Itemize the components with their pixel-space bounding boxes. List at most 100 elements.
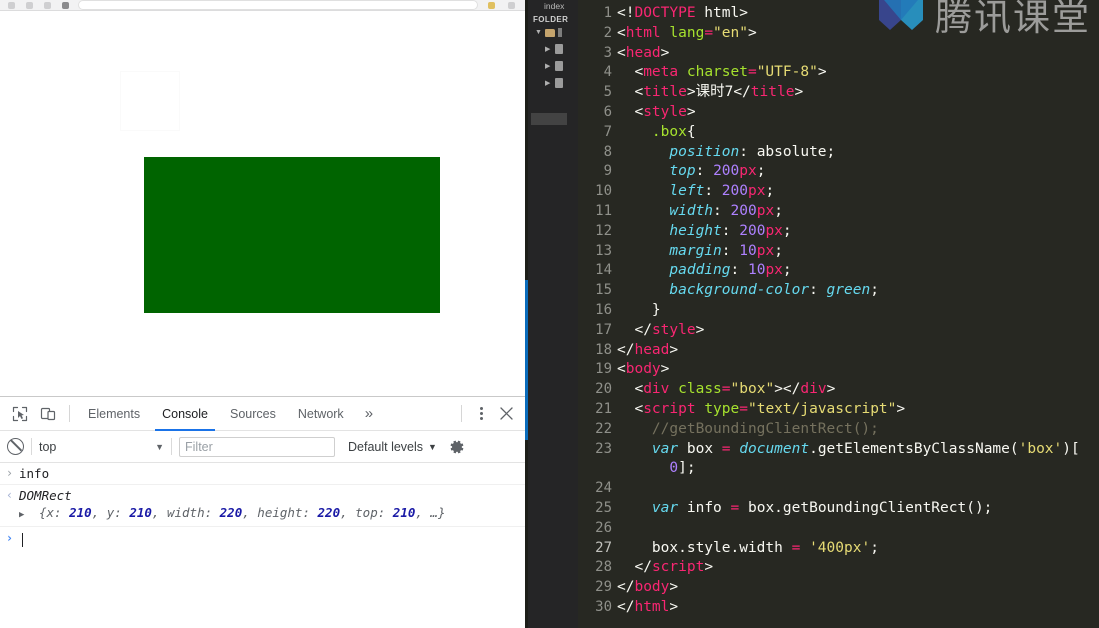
token-unit: px [756,242,775,259]
code-line-19[interactable]: <body> [617,360,669,380]
token-num: 10 [747,262,766,279]
code-line-3[interactable]: <head> [617,44,669,64]
code-line-23b[interactable]: 0]; [617,459,695,479]
tree-item-1[interactable]: ▶ [545,44,563,54]
token-op: = [747,64,757,81]
line-number-4: 4 [603,64,612,81]
browser-home-button[interactable] [62,2,69,9]
browser-forward-button[interactable] [26,2,33,9]
console-levels-select[interactable]: Default levels ▼ [348,440,437,454]
browser-reload-button[interactable] [44,2,51,9]
browser-back-button[interactable] [8,2,15,9]
close-icon[interactable] [493,401,519,427]
tab-network[interactable]: Network [287,397,355,431]
tab-sources-label: Sources [229,406,276,421]
console-row-output[interactable]: ‹ DOMRect ▶ {x: 210, y: 210, width: 220, … [0,485,525,527]
token-tag: title [643,84,687,101]
code-line-11[interactable]: width: 200px; [617,202,783,222]
token-op: = [721,381,731,398]
token-str: '400px' [809,539,871,556]
token-punct: </ [617,579,635,596]
code-line-21[interactable]: <script type="text/javascript"> [617,400,905,420]
code-line-5[interactable]: <title>课时7</title> [617,83,803,103]
token-plain: > [660,44,670,61]
code-line-25[interactable]: var info = box.getBoundingClientRect(); [617,499,993,519]
token-kw: var [651,500,679,516]
code-line-8[interactable]: position: absolute; [617,143,835,163]
more-options-icon[interactable] [469,402,493,426]
token-unit: px [765,262,783,279]
file-explorer-sidebar[interactable]: index FOLDER ▼ ▶ ▶ ▶ [528,0,578,628]
token-punct: < [617,44,626,61]
token-plain: > [774,381,783,398]
tree-item-folder-root[interactable]: ▼ [535,28,562,37]
code-line-30[interactable]: </html> [617,598,678,618]
code-line-27[interactable]: box.style.width = '400px'; [617,539,879,559]
line-number-23: 23 [595,440,612,457]
code-line-1[interactable]: <!DOCTYPE html> [617,4,748,24]
line-number-25: 25 [595,500,612,516]
chevron-right-icon-1: ▶ [545,46,551,53]
folder-icon [545,28,555,37]
code-line-15[interactable]: background-color: green; [617,281,879,301]
device-toolbar-icon[interactable] [34,401,62,427]
tab-sources[interactable]: Sources [219,397,287,431]
console-prompt-input[interactable] [19,530,525,547]
code-line-13[interactable]: margin: 10px; [617,242,783,262]
more-tabs-icon[interactable]: » [355,405,383,422]
inspect-element-icon[interactable] [6,401,34,427]
browser-menu-icon[interactable] [508,2,515,9]
token-plain: box [678,440,722,457]
code-line-12[interactable]: height: 200px; [617,222,791,242]
expand-triangle-icon[interactable]: ▶ [19,507,29,524]
file-icon-1 [555,44,563,54]
clear-console-icon[interactable] [7,438,24,455]
sidebar-scrollbar[interactable] [531,113,567,125]
code-line-16[interactable]: } [617,301,661,321]
code-line-28[interactable]: </script> [617,558,713,578]
code-line-17[interactable]: </style> [617,321,704,341]
code-line-9[interactable]: top: 200px; [617,162,765,182]
token-plain: : [695,163,714,180]
domrect-object-name: DOMRect [19,488,72,503]
code-line-6[interactable]: <style> [617,103,695,123]
filterbar-divider-2 [171,438,172,455]
token-plain: ; [870,539,879,556]
code-editor-area[interactable]: 1 2 3 4 5 6 7 8 9 10 11 12 13 14 15 16 17 18 19 20 21 22 23 24 2… [578,0,1099,628]
token-plain: html> [695,5,748,21]
tree-item-3[interactable]: ▶ [545,78,563,88]
token-attr: type [704,401,740,417]
token-punct: </ [617,599,635,615]
code-line-2[interactable]: <html lang="en"> [617,24,757,44]
code-line-10[interactable]: left: 200px; [617,182,774,202]
code-line-4[interactable]: <meta charset="UTF-8"> [617,63,826,83]
token-plain: : [704,183,722,200]
code-line-20[interactable]: <div class="box"></div> [617,380,835,400]
tree-item-2[interactable]: ▶ [545,61,563,71]
console-context-select[interactable]: top ▼ [39,440,164,454]
token-punct: </ [782,381,801,398]
console-output[interactable]: › info ‹ DOMRect ▶ {x: 210, y: 210, width… [0,463,525,628]
bookmark-star-icon[interactable] [488,2,495,9]
code-line-7[interactable]: .box{ [617,123,696,143]
gear-icon[interactable] [448,438,466,456]
code-line-29[interactable]: </body> [617,578,678,598]
code-line-22[interactable]: //getBoundingClientRect(); [617,420,879,440]
code-line-26[interactable] [617,519,626,539]
code-line-24[interactable] [617,479,626,499]
console-filter-input[interactable] [179,436,335,457]
tab-elements[interactable]: Elements [77,397,151,431]
address-bar[interactable] [78,0,478,10]
console-row-input[interactable]: › info [0,463,525,485]
open-file-tab-label[interactable]: index [544,1,564,11]
console-prompt-row[interactable]: › [0,527,525,550]
tab-console[interactable]: Console [151,397,219,431]
code-line-18[interactable]: </head> [617,341,678,361]
code-line-14[interactable]: padding: 10px; [617,261,791,281]
source-code[interactable]: <!DOCTYPE html> <html lang="en"> <head> <m… [617,0,1099,628]
more-tabs-label: » [364,405,374,422]
code-line-23[interactable]: var box = document.getElementsByClassNam… [617,440,1080,460]
